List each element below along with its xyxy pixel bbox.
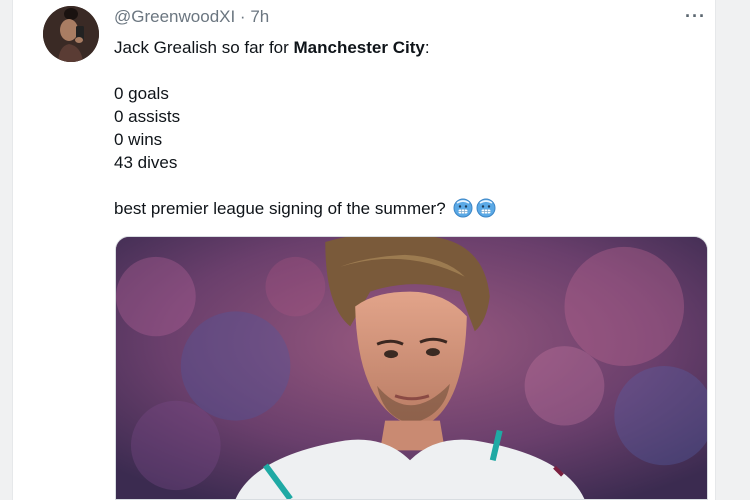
tweet-closing-line: best premier league signing of the summe…: [114, 197, 704, 220]
stat-dives: 43 dives: [114, 153, 178, 172]
stat-goals: 0 goals: [114, 84, 169, 103]
stat-assists: 0 assists: [114, 107, 181, 126]
tweet-meta: @GreenwoodXI · 7h: [114, 7, 269, 27]
avatar[interactable]: [43, 6, 99, 62]
tweet-media-photo[interactable]: [115, 236, 708, 500]
tweet-intro-text: Jack Grealish so far for: [114, 38, 294, 57]
stat-wins: 0 wins: [114, 130, 163, 149]
cold-face-emoji-icon: [476, 198, 496, 218]
tweet-line-intro: Jack Grealish so far for Manchester City…: [114, 36, 704, 59]
tweet-card[interactable]: @GreenwoodXI · 7h ··· Jack Grealish so f…: [12, 0, 716, 500]
tweet-text: Jack Grealish so far for Manchester City…: [114, 36, 704, 220]
cold-face-emoji-icon: [453, 198, 473, 218]
tweet-club-name: Manchester City: [293, 38, 425, 57]
more-options-icon[interactable]: ···: [685, 6, 706, 27]
player-photo: [116, 237, 707, 499]
tweet-colon: :: [424, 38, 430, 57]
avatar-image: [43, 6, 99, 62]
handle-time[interactable]: @GreenwoodXI · 7h: [114, 7, 269, 26]
tweet-closing-text: best premier league signing of the summe…: [114, 199, 446, 218]
